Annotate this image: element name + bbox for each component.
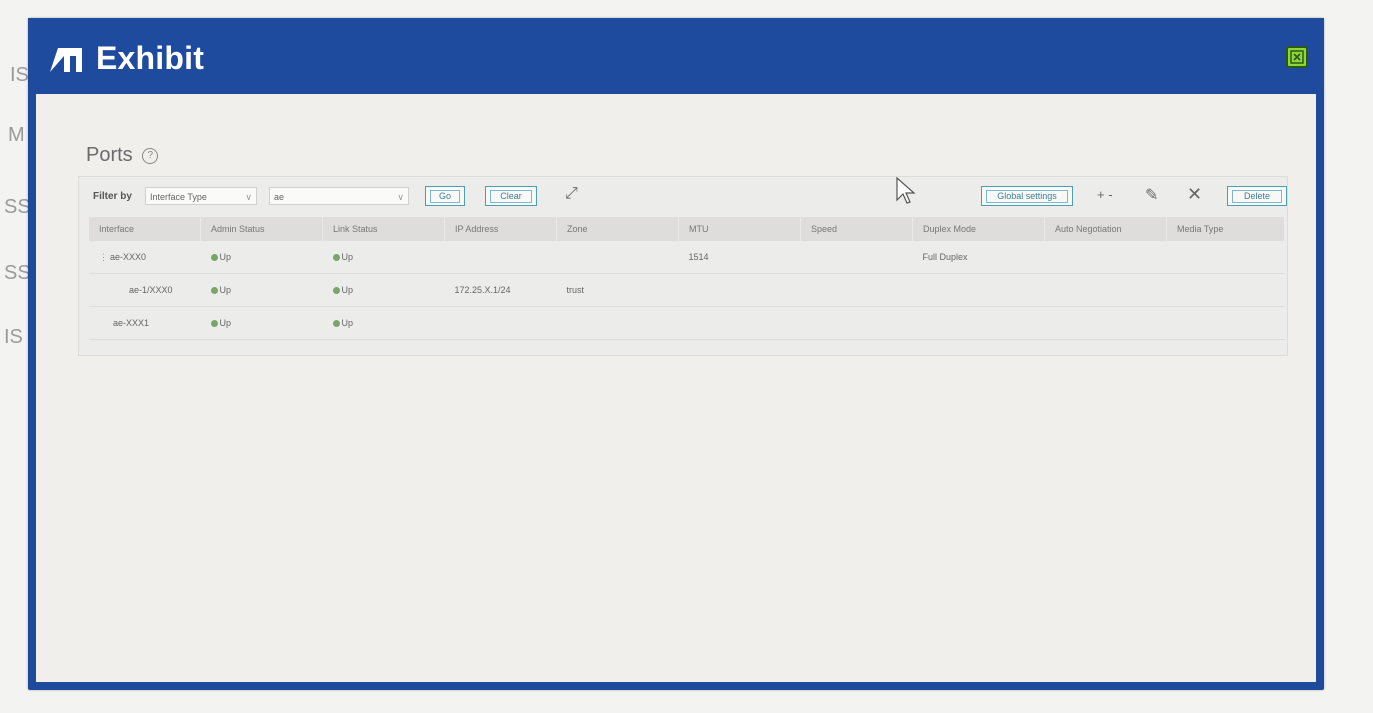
interface-name: ae-XXX1 [113,318,150,328]
status-up-icon [332,287,340,295]
ip-cell: 172.25.X.1/24 [444,273,557,307]
bg-text-2: M [8,124,25,146]
clear-button[interactable]: Clear [485,186,537,206]
interface-name: ae-XXX0 [110,251,147,262]
media-type-cell [1166,306,1285,340]
mouse-cursor-icon [896,176,916,204]
column-header[interactable]: Auto Negotiation [1044,217,1167,241]
link-status-text: Up [341,252,354,262]
exhibit-header: Exhibit [28,18,1324,94]
exhibit-logo-icon [50,48,82,72]
table-row[interactable]: ae-1/XXX0 Up Up 172.25.X.1/24 trust [89,273,1285,307]
duplex-cell [912,306,1045,340]
close-icon [1290,50,1304,64]
status-up-icon [210,287,218,295]
media-type-cell [1166,241,1285,274]
edit-icon[interactable]: ✎ [1145,185,1158,205]
auto-negotiation-cell [1044,306,1167,340]
delete-button-label: Delete [1232,190,1282,203]
ports-panel: Filter by Interface Type ∨ ae ∨ Go Clear… [78,176,1288,356]
bg-text-3: SS [4,196,31,218]
auto-negotiation-cell [1044,273,1167,307]
speed-cell [800,241,913,274]
collapse-icon[interactable]: ⋮ [99,252,108,262]
link-status-text: Up [341,285,354,295]
table-row[interactable]: ae-XXX1 Up Up [89,306,1285,340]
close-button[interactable] [1286,46,1308,68]
interface-cell[interactable]: ae-1/XXX0 [89,273,201,307]
status-up-icon [210,254,218,262]
admin-status-cell: Up [200,241,323,274]
duplex-cell: Full Duplex [912,241,1045,274]
ports-toolbar: Filter by Interface Type ∨ ae ∨ Go Clear… [79,177,1287,217]
status-up-icon [332,320,340,328]
filter-value-select[interactable]: ae ∨ [269,187,409,205]
link-status-cell: Up [322,273,445,307]
ports-table: Interface Admin Status Link Status IP Ad… [89,217,1285,340]
mtu-cell [678,273,801,307]
admin-status-cell: Up [200,306,323,340]
page-title: Ports ? [86,144,159,167]
exhibit-body: Ports ? Filter by Interface Type ∨ ae ∨ … [36,94,1316,682]
add-icon[interactable]: + - [1097,187,1113,202]
ip-cell [444,306,557,340]
link-status-cell: Up [322,306,445,340]
link-status-cell: Up [322,241,445,274]
chevron-down-icon: ∨ [245,192,252,202]
zone-cell: trust [556,273,679,307]
interface-name: ae-1/XXX0 [129,285,173,295]
column-header[interactable]: Link Status [322,217,445,241]
bg-text-5: IS [4,326,23,348]
go-button-label: Go [430,190,460,203]
admin-status-text: Up [219,318,232,328]
ip-cell [444,241,557,274]
link-status-text: Up [341,318,354,328]
mtu-cell: 1514 [678,241,801,274]
bg-text-4: SS [4,262,31,284]
status-up-icon [332,254,340,262]
mtu-cell [678,306,801,340]
bg-text-1: IS [10,64,29,86]
column-header[interactable]: Media Type [1166,217,1285,241]
remove-icon[interactable]: ✕ [1187,184,1202,205]
status-up-icon [210,320,218,328]
column-header[interactable]: MTU [678,217,801,241]
admin-status-text: Up [219,252,232,262]
media-type-cell [1166,273,1285,307]
duplex-cell [912,273,1045,307]
admin-status-cell: Up [200,273,323,307]
page-title-text: Ports [86,144,133,166]
zone-cell [556,241,679,274]
admin-status-text: Up [219,285,232,295]
filter-value-text: ae [274,192,285,202]
column-header[interactable]: Duplex Mode [912,217,1045,241]
column-header[interactable]: Admin Status [200,217,323,241]
speed-cell [800,306,913,340]
exhibit-window: Exhibit Ports ? Filter by Interface Type… [28,18,1324,690]
zone-cell [556,306,679,340]
clear-button-label: Clear [490,190,532,203]
filter-field-select[interactable]: Interface Type ∨ [145,187,257,205]
column-header[interactable]: IP Address [444,217,557,241]
delete-button[interactable]: Delete [1227,186,1287,206]
filter-label: Filter by [93,191,132,202]
interface-cell[interactable]: ⋮ ae-XXX0 [89,241,201,274]
speed-cell [800,273,913,307]
auto-negotiation-cell [1044,241,1167,274]
column-header[interactable]: Speed [800,217,913,241]
go-button[interactable]: Go [425,186,465,206]
column-header[interactable]: Zone [556,217,679,241]
interface-cell[interactable]: ae-XXX1 [89,306,201,340]
help-icon[interactable]: ? [142,147,159,164]
table-header-row: Interface Admin Status Link Status IP Ad… [89,217,1285,241]
column-header[interactable]: Interface [89,217,201,241]
exhibit-title: Exhibit [96,40,205,76]
global-settings-button[interactable]: Global settings [981,186,1073,206]
global-settings-label: Global settings [986,190,1068,203]
expand-icon[interactable]: ⤢ [565,185,578,203]
filter-field-value: Interface Type [150,192,207,202]
table-row[interactable]: ⋮ ae-XXX0 Up Up 1514 Full Duplex [89,241,1285,274]
chevron-down-icon: ∨ [397,192,404,202]
